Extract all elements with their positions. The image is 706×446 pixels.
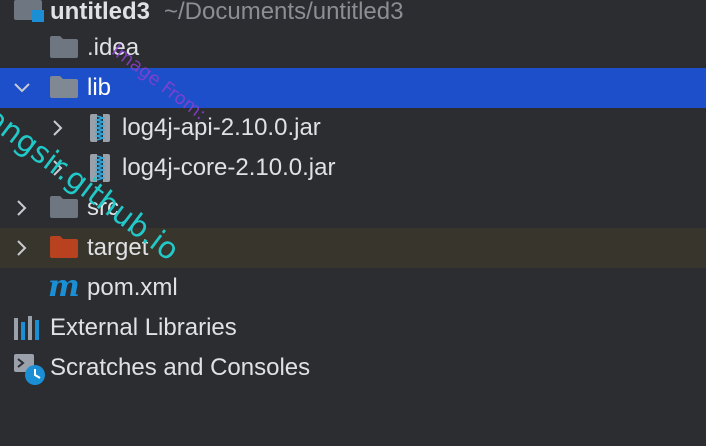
jar-archive-icon	[90, 114, 110, 142]
libraries-icon	[14, 316, 39, 340]
tree-row-jar-api[interactable]: log4j-api-2.10.0.jar	[0, 108, 706, 148]
tree-row-target[interactable]: target	[0, 228, 706, 268]
tree-row-pom[interactable]: m pom.xml	[0, 268, 706, 308]
folder-icon	[50, 36, 78, 58]
tree-row-idea[interactable]: .idea	[0, 28, 706, 68]
chevron-right-icon[interactable]	[12, 198, 32, 218]
project-module-icon	[14, 0, 44, 22]
chevron-right-icon[interactable]	[12, 238, 32, 258]
tree-item-label: External Libraries	[50, 314, 237, 341]
chevron-down-icon[interactable]	[12, 78, 32, 98]
tree-item-label: log4j-core-2.10.0.jar	[122, 154, 336, 181]
chevron-right-icon[interactable]	[48, 118, 68, 138]
folder-icon	[50, 196, 78, 218]
tree-row-lib[interactable]: lib	[0, 68, 706, 108]
project-name: untitled3 ~/Documents/untitled3	[50, 0, 403, 26]
project-tree: untitled3 ~/Documents/untitled3 .idea lib…	[0, 0, 706, 446]
chevron-right-icon[interactable]	[48, 158, 68, 178]
tree-item-label: .idea	[87, 34, 140, 61]
tree-item-label: pom.xml	[87, 274, 178, 301]
folder-icon	[50, 76, 78, 98]
maven-icon: m	[48, 269, 80, 304]
jar-archive-icon	[90, 154, 110, 182]
project-name-text: untitled3	[50, 0, 150, 25]
excluded-folder-icon	[50, 236, 78, 258]
tree-item-label: log4j-api-2.10.0.jar	[122, 114, 321, 141]
project-path: ~/Documents/untitled3	[164, 0, 404, 25]
tree-item-label: Scratches and Consoles	[50, 354, 311, 381]
tree-item-label: src	[87, 194, 119, 221]
tree-item-label: target	[87, 234, 149, 261]
tree-row-scratches[interactable]: Scratches and Consoles	[0, 348, 706, 388]
tree-row-src[interactable]: src	[0, 188, 706, 228]
tree-row-external-libraries[interactable]: External Libraries	[0, 308, 706, 348]
tree-item-label: lib	[87, 74, 112, 101]
tree-row-jar-core[interactable]: log4j-core-2.10.0.jar	[0, 148, 706, 188]
scratches-icon	[14, 354, 45, 385]
